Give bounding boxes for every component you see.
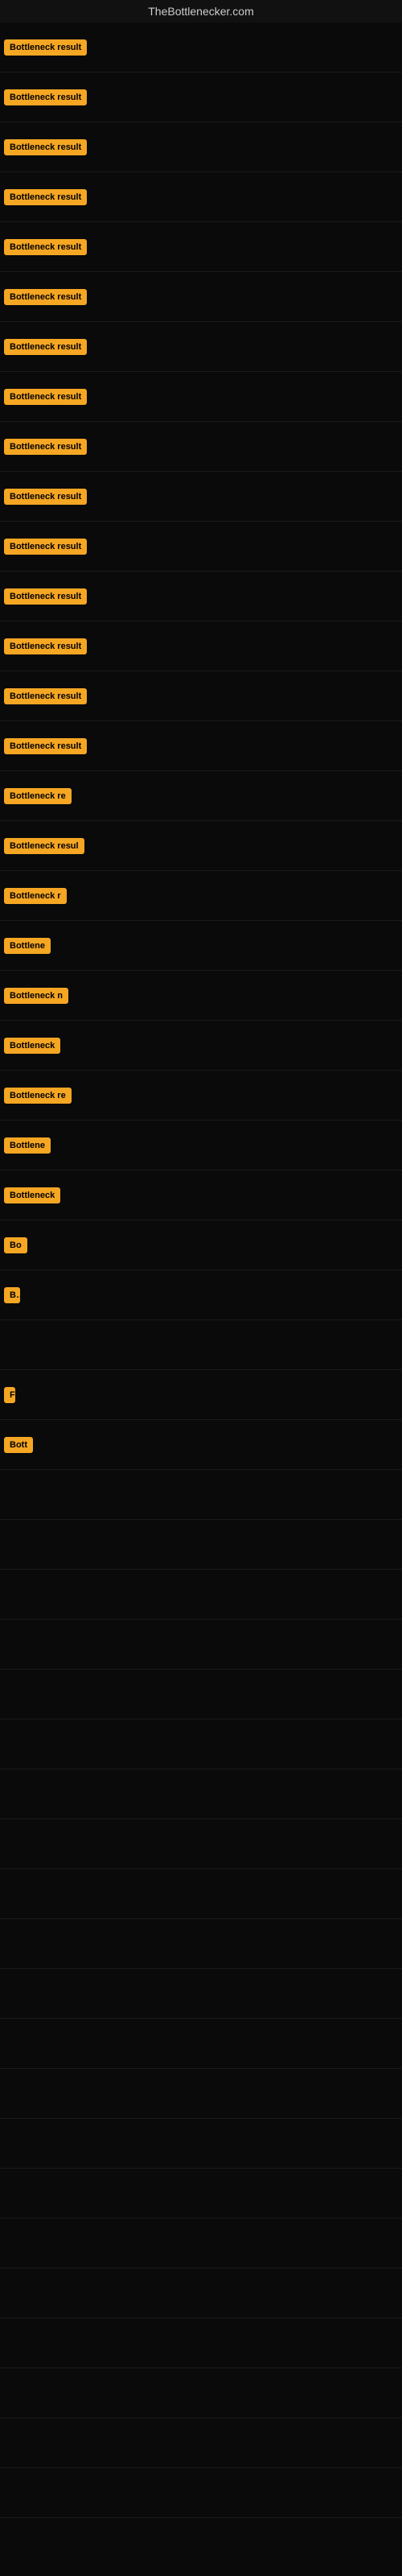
bottleneck-badge[interactable]: Bottleneck bbox=[4, 1038, 60, 1054]
list-item: Bottleneck result bbox=[0, 172, 402, 222]
list-item: B bbox=[0, 1270, 402, 1320]
list-item bbox=[0, 1819, 402, 1869]
list-item: Bott bbox=[0, 1420, 402, 1470]
bottleneck-badge[interactable]: Bottleneck result bbox=[4, 89, 87, 105]
list-item bbox=[0, 2219, 402, 2268]
list-item: Bottleneck result bbox=[0, 272, 402, 322]
list-item: Bottleneck result bbox=[0, 222, 402, 272]
bottleneck-badge[interactable]: Bottleneck result bbox=[4, 539, 87, 555]
bottleneck-badge[interactable]: Bottleneck result bbox=[4, 688, 87, 704]
list-item bbox=[0, 1719, 402, 1769]
bottleneck-badge[interactable]: Bottleneck result bbox=[4, 139, 87, 155]
list-item: Bottleneck r bbox=[0, 871, 402, 921]
bottleneck-badge[interactable]: Bott bbox=[4, 1437, 33, 1453]
list-item: Bottleneck result bbox=[0, 122, 402, 172]
bottleneck-badge[interactable]: Bottleneck result bbox=[4, 389, 87, 405]
bottleneck-badge[interactable]: Bottlene bbox=[4, 938, 51, 954]
list-item: Bottlene bbox=[0, 1121, 402, 1170]
list-item bbox=[0, 2318, 402, 2368]
list-item bbox=[0, 1869, 402, 1919]
list-item bbox=[0, 2119, 402, 2169]
list-item bbox=[0, 1470, 402, 1520]
bottleneck-badge[interactable]: Bottleneck result bbox=[4, 489, 87, 505]
list-item bbox=[0, 1919, 402, 1969]
bottleneck-badge[interactable]: Bottleneck bbox=[4, 1187, 60, 1203]
list-item: Bottleneck result bbox=[0, 572, 402, 621]
page-title: TheBottlenecker.com bbox=[0, 0, 402, 23]
list-item bbox=[0, 1769, 402, 1819]
list-item bbox=[0, 1670, 402, 1719]
bottleneck-badge[interactable]: Bottleneck re bbox=[4, 1088, 72, 1104]
list-item bbox=[0, 2418, 402, 2468]
list-item: Bottleneck result bbox=[0, 23, 402, 72]
list-item bbox=[0, 2368, 402, 2418]
list-item: Bottleneck bbox=[0, 1170, 402, 1220]
bottleneck-badge[interactable]: Bottleneck result bbox=[4, 289, 87, 305]
bottleneck-badge[interactable]: Bottleneck r bbox=[4, 888, 67, 904]
list-item: Bottleneck result bbox=[0, 372, 402, 422]
bottleneck-badge[interactable]: Bottleneck result bbox=[4, 638, 87, 654]
bottleneck-badge[interactable]: Bottleneck result bbox=[4, 39, 87, 56]
list-item: Bottleneck n bbox=[0, 971, 402, 1021]
bottleneck-badge[interactable]: Bottleneck result bbox=[4, 239, 87, 255]
list-item: Bottlene bbox=[0, 921, 402, 971]
list-item: Bottleneck result bbox=[0, 472, 402, 522]
bottleneck-badge[interactable]: Bottleneck re bbox=[4, 788, 72, 804]
list-item: Bo bbox=[0, 1220, 402, 1270]
bottleneck-badge[interactable]: Bottleneck result bbox=[4, 189, 87, 205]
bottleneck-badge[interactable]: Bottleneck n bbox=[4, 988, 68, 1004]
list-item: Bottleneck result bbox=[0, 422, 402, 472]
list-item bbox=[0, 2268, 402, 2318]
list-item bbox=[0, 1969, 402, 2019]
list-item: Bottleneck resul bbox=[0, 821, 402, 871]
bottleneck-badge[interactable]: Bo bbox=[4, 1237, 27, 1253]
list-item: Bottleneck result bbox=[0, 671, 402, 721]
list-item: F bbox=[0, 1370, 402, 1420]
bottleneck-badge[interactable]: Bottleneck result bbox=[4, 738, 87, 754]
list-item bbox=[0, 1620, 402, 1670]
list-item: Bottleneck result bbox=[0, 322, 402, 372]
bottleneck-badge[interactable]: Bottlene bbox=[4, 1137, 51, 1154]
list-item bbox=[0, 1320, 402, 1370]
list-item: Bottleneck re bbox=[0, 1071, 402, 1121]
list-item: Bottleneck result bbox=[0, 721, 402, 771]
list-item: Bottleneck result bbox=[0, 621, 402, 671]
list-item bbox=[0, 2169, 402, 2219]
bottleneck-badge[interactable]: Bottleneck result bbox=[4, 339, 87, 355]
list-item: Bottleneck re bbox=[0, 771, 402, 821]
list-item bbox=[0, 2069, 402, 2119]
bottleneck-badge[interactable]: Bottleneck result bbox=[4, 588, 87, 605]
bottleneck-badge[interactable]: Bottleneck resul bbox=[4, 838, 84, 854]
list-item bbox=[0, 1570, 402, 1620]
list-item: Bottleneck bbox=[0, 1021, 402, 1071]
list-item: Bottleneck result bbox=[0, 522, 402, 572]
list-item: Bottleneck result bbox=[0, 72, 402, 122]
bottleneck-badge[interactable]: F bbox=[4, 1387, 15, 1403]
bottleneck-badge[interactable]: B bbox=[4, 1287, 20, 1303]
bottleneck-badge[interactable]: Bottleneck result bbox=[4, 439, 87, 455]
list-item bbox=[0, 2019, 402, 2069]
list-item bbox=[0, 1520, 402, 1570]
list-item bbox=[0, 2468, 402, 2518]
